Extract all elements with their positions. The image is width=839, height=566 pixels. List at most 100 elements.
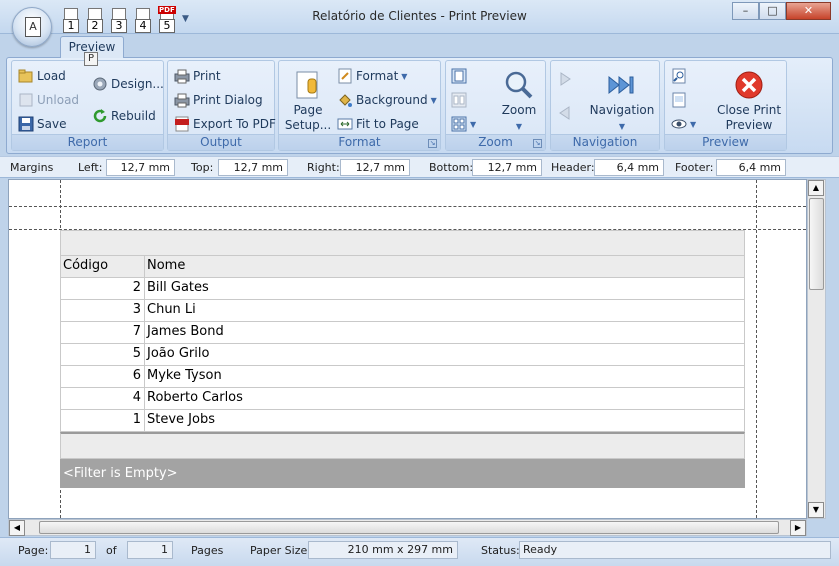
fit-to-page-icon <box>337 116 353 132</box>
cell-nome: Bill Gates <box>147 280 209 295</box>
cell-nome: Myke Tyson <box>147 368 222 383</box>
multi-page-dropdown[interactable]: ▼ <box>451 116 476 132</box>
group-output-label: Output <box>168 134 274 150</box>
of-label: of <box>106 544 117 557</box>
group-report-label: Report <box>12 134 163 150</box>
ribbon-tab-row <box>0 34 839 58</box>
scroll-left-arrow-icon[interactable]: ◀ <box>9 520 25 536</box>
play-right-icon <box>557 71 573 87</box>
chevron-down-icon: ▼ <box>515 122 523 131</box>
save-button[interactable]: Save <box>18 116 66 132</box>
page-view-button[interactable] <box>671 92 687 108</box>
app-document-icon: A <box>25 17 41 37</box>
scroll-up-arrow-icon[interactable]: ▲ <box>808 180 824 196</box>
group-zoom: ▼ Zoom ▼ Zoom ↘ <box>445 60 546 151</box>
cell-codigo: 5 <box>61 344 145 365</box>
previous-page-button[interactable] <box>557 105 573 121</box>
margins-bar: Margins Left: 12,7 mm Top: 12,7 mm Right… <box>0 156 839 178</box>
group-format: Page Setup... Format ▼ Background ▼ Fit to… <box>278 60 441 151</box>
chevron-down-icon: ▼ <box>401 71 408 81</box>
two-pages-button[interactable] <box>451 92 467 108</box>
load-button[interactable]: Load <box>18 68 66 84</box>
cell-nome: Roberto Carlos <box>147 390 243 405</box>
close-print-preview-button[interactable]: Close Print Preview <box>713 69 785 133</box>
group-format-label: Format <box>279 134 440 150</box>
page-view-icon <box>671 92 687 108</box>
horizontal-scrollbar[interactable]: ◀ ▶ <box>8 519 807 536</box>
cell-codigo: 7 <box>61 322 145 343</box>
page-label: Page: <box>18 544 49 557</box>
fit-to-page-button[interactable]: Fit to Page <box>337 116 419 132</box>
unload-icon <box>18 92 34 108</box>
footer-margin-input[interactable]: 6,4 mm <box>716 159 786 176</box>
scroll-right-arrow-icon[interactable]: ▶ <box>790 520 806 536</box>
export-pdf-button[interactable]: Export To PDF <box>174 116 276 132</box>
format-dialog-launcher-icon[interactable]: ↘ <box>428 139 437 148</box>
table-row: 7 James Bond <box>60 322 745 344</box>
grid-header-row: Código Nome <box>60 256 745 278</box>
design-button[interactable]: Design... <box>92 76 164 92</box>
printer-icon <box>174 68 190 84</box>
top-margin-label: Top: <box>191 161 214 174</box>
format-dropdown[interactable]: Format ▼ <box>337 68 407 84</box>
filter-status-bar: <Filter is Empty> <box>60 459 745 488</box>
close-window-button[interactable]: ✕ <box>786 2 831 20</box>
eye-icon <box>671 116 687 132</box>
print-dialog-icon <box>174 92 190 108</box>
right-margin-guide[interactable] <box>756 180 757 518</box>
report-grid: Código Nome 2 Bill Gates 3 Chun Li 7 Jam… <box>60 230 745 488</box>
thumbnails-button[interactable] <box>671 68 687 84</box>
magnifier-icon <box>503 69 535 101</box>
window-title: Relatório de Clientes - Print Preview <box>312 9 527 23</box>
page-setup-button[interactable]: Page Setup... <box>283 69 333 133</box>
right-margin-input[interactable]: 12,7 mm <box>340 159 410 176</box>
maximize-button[interactable]: □ <box>759 2 786 20</box>
rebuild-refresh-icon <box>92 108 108 124</box>
current-page-field[interactable]: 1 <box>50 541 96 559</box>
header-margin-label: Header: <box>551 161 595 174</box>
load-folder-icon <box>18 68 34 84</box>
group-navigation: Navigation ▼ Navigation <box>550 60 660 151</box>
one-page-button[interactable] <box>451 68 467 84</box>
scroll-down-arrow-icon[interactable]: ▼ <box>808 502 824 518</box>
first-page-button[interactable] <box>557 71 573 87</box>
format-page-icon <box>337 68 353 84</box>
view-options-dropdown[interactable]: ▼ <box>671 116 696 132</box>
one-page-icon <box>451 68 467 84</box>
chevron-down-icon: ▼ <box>430 95 437 105</box>
unload-button[interactable]: Unload <box>18 92 79 108</box>
print-button[interactable]: Print <box>174 68 221 84</box>
bottom-margin-input[interactable]: 12,7 mm <box>472 159 542 176</box>
vertical-scroll-thumb[interactable] <box>809 198 824 290</box>
pages-label: Pages <box>191 544 224 557</box>
cell-codigo: 3 <box>61 300 145 321</box>
vertical-scrollbar[interactable]: ▲ ▼ <box>807 179 826 519</box>
title-bar: 1 2 3 4 PDF 5 ▼ Relatório de Clientes - P… <box>0 0 839 34</box>
chevron-down-icon: ▼ <box>618 122 626 131</box>
total-pages-field: 1 <box>127 541 173 559</box>
left-margin-label: Left: <box>78 161 103 174</box>
print-preview-page[interactable]: Código Nome 2 Bill Gates 3 Chun Li 7 Jam… <box>8 179 807 519</box>
header-margin-guide[interactable] <box>9 206 806 207</box>
group-preview-label: Preview <box>665 134 786 150</box>
top-margin-input[interactable]: 12,7 mm <box>218 159 288 176</box>
cell-codigo: 6 <box>61 366 145 387</box>
zoom-button[interactable]: Zoom ▼ <box>496 69 542 134</box>
minimize-button[interactable]: – <box>732 2 759 20</box>
margins-label: Margins <box>10 161 54 174</box>
navigation-button[interactable]: Navigation ▼ <box>589 69 655 134</box>
magnify-page-icon <box>671 68 687 84</box>
column-header-codigo: Código <box>61 256 145 277</box>
application-menu-button[interactable]: A <box>12 7 52 47</box>
zoom-dialog-launcher-icon[interactable]: ↘ <box>533 139 542 148</box>
chevron-down-icon: ▼ <box>690 119 697 129</box>
cell-codigo: 2 <box>61 278 145 299</box>
horizontal-scroll-thumb[interactable] <box>39 521 779 534</box>
chevron-down-icon: ▼ <box>470 119 477 129</box>
background-dropdown[interactable]: Background ▼ <box>337 92 437 108</box>
left-margin-input[interactable]: 12,7 mm <box>106 159 175 176</box>
header-margin-input[interactable]: 6,4 mm <box>594 159 664 176</box>
keytip-badge: P <box>84 52 98 66</box>
print-dialog-button[interactable]: Print Dialog <box>174 92 263 108</box>
rebuild-button[interactable]: Rebuild <box>92 108 156 124</box>
